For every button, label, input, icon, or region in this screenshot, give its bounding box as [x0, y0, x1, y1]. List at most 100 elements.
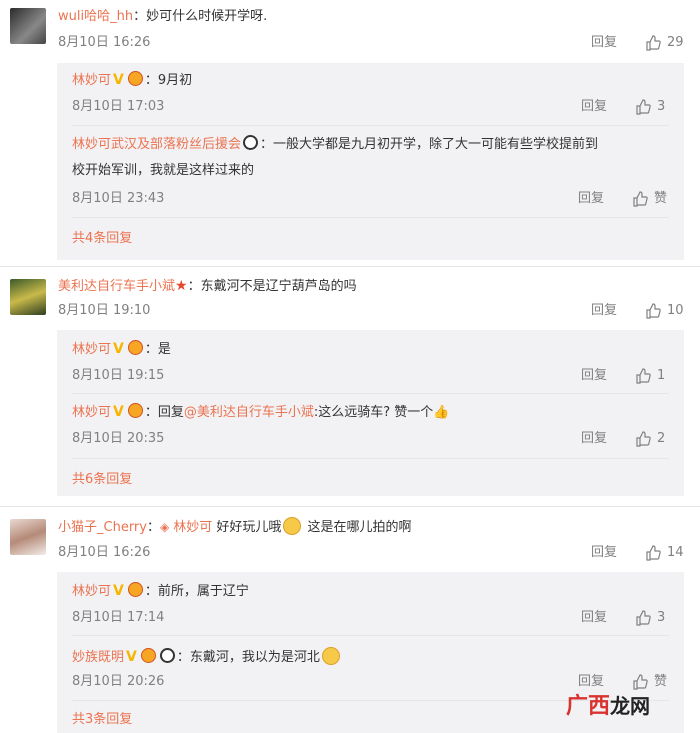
thumb-up-emoji-icon: 👍 — [433, 405, 450, 420]
comment-text: 美利达自行车手小斌★：东戴河不是辽宁葫芦岛的吗 — [58, 278, 357, 294]
username-link[interactable]: 妙族既明 — [72, 650, 124, 665]
avatar[interactable] — [10, 8, 46, 44]
divider — [72, 635, 669, 636]
timestamp: 8月10日 19:10 — [58, 303, 151, 318]
reply-button[interactable]: 回复 — [591, 302, 617, 320]
reply-text: 林妙可 V ：前所，属于辽宁 — [72, 582, 249, 599]
crown-badge-icon — [127, 71, 143, 86]
username-link[interactable]: 林妙可武汉及部落粉丝后援会 — [72, 137, 241, 152]
username-link[interactable]: 美利达自行车手小斌 — [58, 279, 175, 294]
username-link[interactable]: 林妙可 — [72, 584, 111, 599]
reply-button[interactable]: 回复 — [581, 430, 607, 448]
verified-v-icon: V — [126, 649, 137, 665]
more-replies-link[interactable]: 共4条回复 — [72, 230, 132, 248]
thumb-up-icon — [646, 35, 661, 51]
timestamp: 8月10日 20:35 — [72, 431, 165, 446]
verified-v-icon: V — [113, 583, 124, 599]
laugh-emoji-icon — [321, 647, 340, 665]
panda-badge-icon — [159, 648, 175, 663]
comment-1: wuli哈哈_hh：妙可什么时候开学呀. 8月10日 16:26 回复 29 林… — [0, 0, 700, 262]
reply-button[interactable]: 回复 — [581, 367, 607, 385]
like-count: 1 — [657, 368, 666, 383]
thumb-up-icon — [636, 368, 651, 384]
more-replies-link[interactable]: 共3条回复 — [72, 711, 132, 729]
divider — [72, 458, 669, 459]
like-count: 14 — [667, 545, 684, 560]
crown-badge-icon — [127, 582, 143, 597]
like-button[interactable]: 29 — [645, 34, 684, 52]
crown-badge-icon — [127, 340, 143, 355]
timestamp: 8月10日 23:43 — [72, 191, 165, 206]
thumb-up-icon — [633, 191, 648, 207]
crown-badge-icon — [140, 648, 156, 663]
verified-v-icon: V — [113, 404, 124, 420]
timestamp: 8月10日 16:26 — [58, 35, 151, 50]
like-count: 3 — [657, 610, 666, 625]
watermark-part2: 龙网 — [610, 694, 651, 718]
like-count: 赞 — [654, 191, 668, 206]
smile-emoji-icon — [283, 517, 302, 535]
timestamp: 8月10日 17:03 — [72, 99, 165, 114]
like-button[interactable]: 1 — [635, 367, 665, 385]
like-button[interactable]: 14 — [645, 544, 684, 562]
username-link[interactable]: 林妙可 — [72, 73, 111, 88]
avatar[interactable] — [10, 519, 46, 555]
reply-text: 林妙可 V ：9月初 — [72, 71, 193, 88]
username-link[interactable]: 林妙可 — [72, 405, 111, 420]
comment-divider — [0, 266, 700, 267]
star-badge-icon: ★ — [175, 278, 188, 294]
reply-thread: 林妙可 V ：9月初 8月10日 17:03 回复 3 林妙可武汉及部落粉丝后援会：… — [57, 63, 684, 260]
more-replies-link[interactable]: 共6条回复 — [72, 471, 132, 489]
comment-text: 小猫子_Cherry：◈ 林妙可 好好玩儿哦 这是在哪儿拍的啊 — [58, 517, 412, 537]
thumb-up-icon — [636, 610, 651, 626]
username-link[interactable]: 小猫子_Cherry — [58, 520, 147, 535]
panda-badge-icon — [243, 135, 259, 150]
divider — [72, 125, 669, 126]
reply-button[interactable]: 回复 — [591, 544, 617, 562]
verified-v-icon: V — [113, 341, 124, 357]
diamond-icon: ◈ — [160, 520, 170, 534]
timestamp: 8月10日 20:26 — [72, 674, 165, 689]
like-button[interactable]: 10 — [645, 302, 684, 320]
watermark: 广西龙网 — [566, 688, 650, 720]
thumb-up-icon — [636, 99, 651, 115]
like-button[interactable]: 赞 — [632, 190, 667, 208]
divider — [72, 217, 669, 218]
like-count: 2 — [657, 431, 666, 446]
reply-button[interactable]: 回复 — [578, 190, 604, 208]
timestamp: 8月10日 19:15 — [72, 368, 165, 383]
like-button[interactable]: 2 — [635, 430, 665, 448]
reply-text: 妙族既明 V ：东戴河，我以为是河北 — [72, 647, 342, 667]
reply-button[interactable]: 回复 — [591, 34, 617, 52]
reply-button[interactable]: 回复 — [581, 609, 607, 627]
watermark-part1: 广西 — [566, 694, 611, 719]
like-count: 赞 — [654, 674, 668, 689]
like-button[interactable]: 3 — [635, 98, 665, 116]
reply-text-line2: 校开始军训，我就是这样过来的 — [72, 163, 255, 178]
crown-badge-icon — [127, 403, 143, 418]
timestamp: 8月10日 16:26 — [58, 545, 151, 560]
reply-text: 林妙可武汉及部落粉丝后援会 ：一般大学都是九月初开学，除了大一可能有些学校提前到 — [72, 135, 599, 152]
username-link[interactable]: wuli哈哈_hh — [58, 9, 133, 24]
timestamp: 8月10日 17:14 — [72, 610, 165, 625]
reply-text: 林妙可 V ：回复@美利达自行车手小斌:这么远骑车? 赞一个👍 — [72, 403, 450, 420]
comment-text: wuli哈哈_hh：妙可什么时候开学呀. — [58, 9, 268, 24]
reply-button[interactable]: 回复 — [581, 98, 607, 116]
thumb-up-icon — [646, 303, 661, 319]
like-count: 29 — [667, 35, 684, 50]
reply-thread: 林妙可 V ：是 8月10日 19:15 回复 1 林妙可 V ：回复@美利达自行车手小… — [57, 330, 684, 496]
thumb-up-icon — [646, 545, 661, 561]
mention-link[interactable]: 林妙可 — [173, 520, 212, 535]
divider — [72, 393, 669, 394]
verified-v-icon: V — [113, 72, 124, 88]
username-link[interactable]: 林妙可 — [72, 342, 111, 357]
reply-text: 林妙可 V ：是 — [72, 340, 171, 357]
comment-2: 美利达自行车手小斌★：东戴河不是辽宁葫芦岛的吗 8月10日 19:10 回复 1… — [0, 274, 700, 502]
comment-divider — [0, 506, 700, 507]
avatar[interactable] — [10, 279, 46, 315]
mention-link[interactable]: @美利达自行车手小斌 — [184, 405, 314, 420]
like-count: 3 — [657, 99, 666, 114]
thumb-up-icon — [636, 431, 651, 447]
like-button[interactable]: 3 — [635, 609, 665, 627]
like-count: 10 — [667, 303, 684, 318]
